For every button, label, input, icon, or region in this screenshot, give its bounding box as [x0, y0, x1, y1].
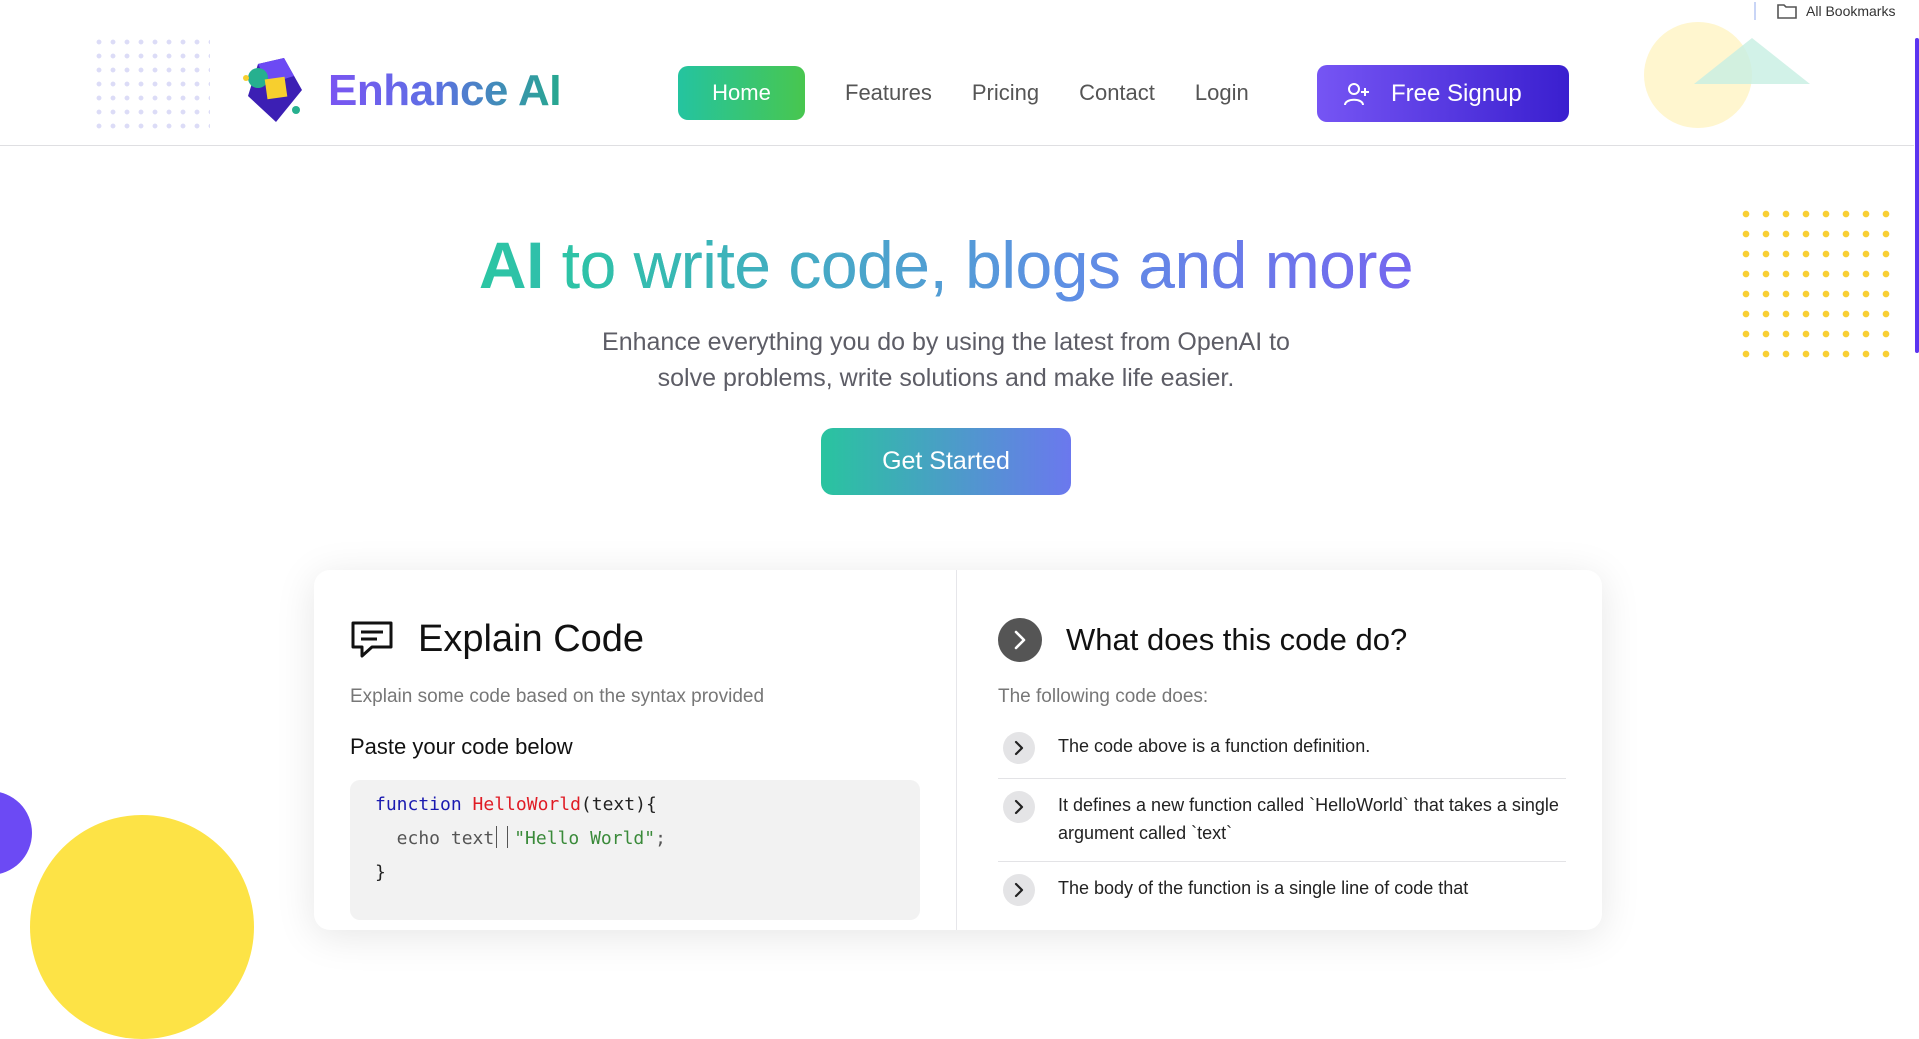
- text-cursor: [496, 826, 509, 848]
- answer-text: It defines a new function called `HelloW…: [1058, 795, 1559, 843]
- list-item: It defines a new function called `HelloW…: [998, 779, 1566, 862]
- bookmarks-separator: [1754, 2, 1756, 20]
- hero-title-rest: to write code, blogs and more: [543, 228, 1414, 302]
- get-started-button[interactable]: Get Started: [821, 428, 1071, 495]
- add-user-icon: [1344, 82, 1369, 105]
- list-item: The body of the function is a single lin…: [998, 862, 1566, 920]
- free-signup-button[interactable]: Free Signup: [1317, 65, 1569, 122]
- nav-pricing[interactable]: Pricing: [972, 80, 1039, 106]
- decorative-circle-yellow: [30, 815, 254, 1039]
- answer-title: What does this code do?: [998, 618, 1407, 662]
- hero-subtitle-line1: Enhance everything you do by using the l…: [602, 328, 1290, 356]
- card-divider: [956, 570, 957, 930]
- chevron-right-icon: [1003, 732, 1035, 764]
- answer-text: The code above is a function definition.: [1058, 736, 1371, 756]
- code-string: "Hello World": [514, 828, 656, 849]
- code-line-3: }: [375, 862, 386, 883]
- answer-list: The code above is a function definition.…: [998, 720, 1566, 920]
- answer-intro: The following code does:: [998, 686, 1209, 707]
- chat-bubble-icon: [351, 621, 393, 657]
- all-bookmarks-label: All Bookmarks: [1806, 3, 1896, 19]
- site-header: Enhance AI Home Features Pricing Contact…: [0, 22, 1914, 146]
- code-semicolon: ;: [655, 828, 666, 849]
- all-bookmarks-button[interactable]: All Bookmarks: [1776, 2, 1895, 20]
- free-signup-label: Free Signup: [1391, 79, 1522, 107]
- code-keyword: function: [375, 794, 462, 815]
- chevron-right-icon: [1003, 791, 1035, 823]
- hero-title-ai: AI: [478, 228, 544, 302]
- code-params: (text){: [580, 794, 657, 815]
- nav-login[interactable]: Login: [1195, 80, 1249, 106]
- main-nav: Home Features Pricing Contact Login: [678, 66, 1249, 120]
- logo-icon: [243, 58, 302, 122]
- page-scrollbar-thumb[interactable]: [1915, 38, 1919, 353]
- hero-subtitle: Enhance everything you do by using the l…: [560, 324, 1332, 396]
- folder-icon: [1777, 4, 1797, 19]
- explain-code-card: Explain Code Explain some code based on …: [314, 570, 1602, 930]
- nav-home[interactable]: Home: [678, 66, 805, 120]
- logo-link[interactable]: Enhance AI: [238, 56, 561, 126]
- nav-features[interactable]: Features: [845, 80, 932, 106]
- brand-name: Enhance AI: [328, 66, 561, 115]
- answer-title-text: What does this code do?: [1066, 622, 1408, 657]
- explain-title: Explain Code: [350, 618, 644, 661]
- explain-title-text: Explain Code: [418, 618, 645, 660]
- hero-subtitle-line2: solve problems, write solutions and make…: [657, 364, 1235, 392]
- chevron-right-icon: [1003, 874, 1035, 906]
- hero-title: AI to write code, blogs and more: [0, 226, 1892, 304]
- chevron-right-icon: [998, 618, 1042, 662]
- explain-description: Explain some code based on the syntax pr…: [350, 686, 765, 707]
- decorative-circle-purple: [0, 791, 32, 875]
- bookmarks-bar: All Bookmarks: [0, 0, 1919, 22]
- paste-code-label: Paste your code below: [350, 734, 573, 759]
- code-input[interactable]: function HelloWorld(text){ echo text "Hel…: [350, 780, 920, 920]
- list-item: The code above is a function definition.: [998, 720, 1566, 779]
- code-echo: echo text: [375, 828, 495, 849]
- code-line-2: echo text "Hello World";: [375, 822, 920, 856]
- code-function-name: HelloWorld: [472, 794, 581, 815]
- code-line-1: function HelloWorld(text){: [375, 788, 920, 822]
- nav-contact[interactable]: Contact: [1079, 80, 1155, 106]
